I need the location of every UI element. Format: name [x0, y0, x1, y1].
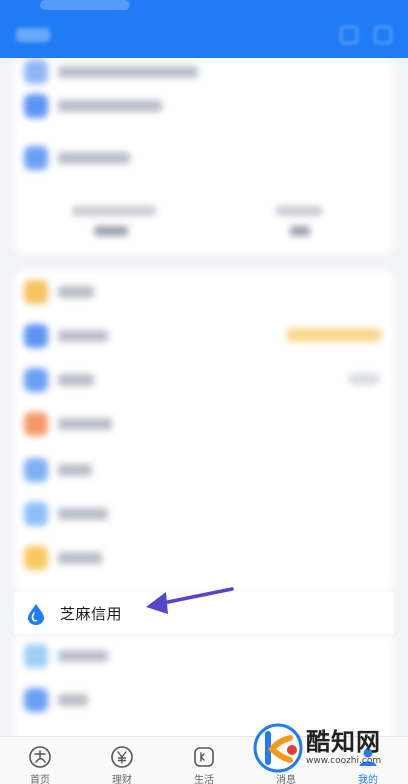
blurred-row[interactable] [14, 636, 394, 676]
blurred-row[interactable] [14, 138, 394, 178]
blurred-row[interactable] [14, 316, 394, 356]
more-icon[interactable] [374, 26, 392, 44]
blurred-row[interactable] [14, 404, 394, 444]
nav-item-life[interactable]: 生活 [174, 737, 234, 784]
coozhi-watermark: 酷知网 www.coozhi.com [250, 718, 400, 782]
blurred-row[interactable] [14, 272, 394, 312]
blurred-row[interactable] [14, 680, 394, 720]
zhima-credit-label: 芝麻信用 [60, 605, 123, 623]
blurred-stat [72, 206, 156, 216]
coozhi-logo-icon [253, 723, 303, 773]
profile-content: 芝麻信用 [0, 58, 408, 736]
blurred-stat [276, 206, 322, 216]
zhima-credit-drop-icon [28, 604, 44, 625]
header-title-blur [16, 28, 50, 42]
top-header [0, 0, 408, 58]
blurred-top-card [14, 58, 394, 254]
blurred-row[interactable] [14, 450, 394, 490]
blurred-row[interactable] [14, 360, 394, 400]
nav-label-home: 首页 [30, 775, 50, 784]
life-icon [194, 747, 214, 767]
nav-item-home[interactable]: 首页 [10, 737, 70, 784]
watermark-url: www.coozhi.com [306, 756, 382, 766]
blurred-list-card [14, 270, 394, 592]
nav-label-life: 生活 [194, 775, 214, 784]
alipay-home-icon [29, 746, 51, 768]
blurred-stat [290, 226, 310, 236]
blurred-row[interactable] [14, 494, 394, 534]
status-bar-blur [40, 0, 130, 10]
nav-label-wealth: 理财 [112, 775, 132, 784]
nav-item-wealth[interactable]: 理财 [92, 737, 152, 784]
blurred-row[interactable] [14, 538, 394, 578]
yuan-wealth-icon [111, 746, 133, 768]
watermark-title: 酷知网 [306, 728, 381, 756]
blurred-stat [94, 226, 128, 236]
settings-icon[interactable] [340, 26, 358, 44]
blurred-row[interactable] [14, 86, 394, 126]
annotation-arrow [146, 587, 234, 614]
